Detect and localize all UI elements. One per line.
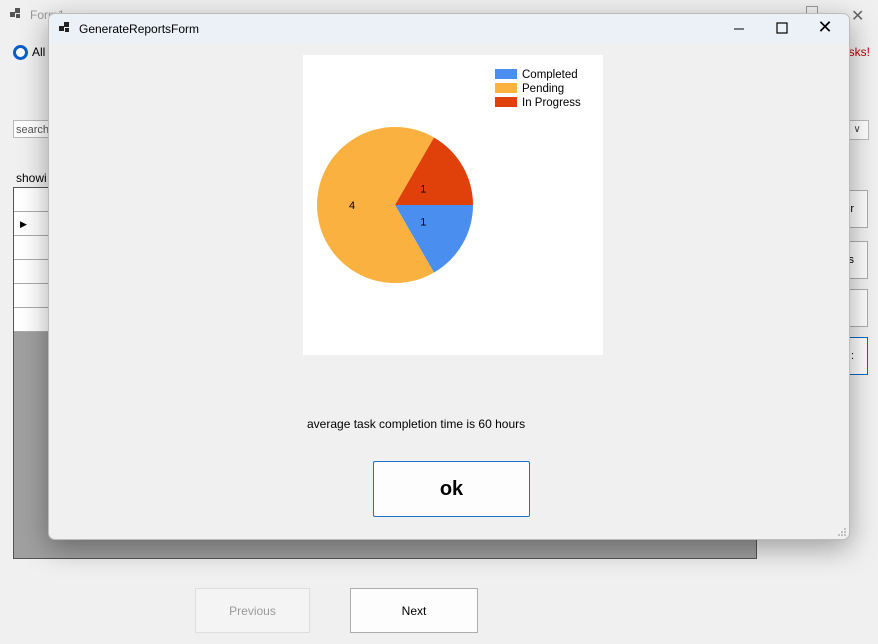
app-icon xyxy=(59,22,69,32)
dialog-titlebar: GenerateReportsForm ✕ xyxy=(49,14,849,44)
maximize-icon[interactable] xyxy=(775,21,789,35)
all-radio-button[interactable] xyxy=(13,45,28,60)
legend-label: Completed xyxy=(522,69,578,81)
search-input[interactable]: search xyxy=(13,120,53,138)
legend-swatch xyxy=(495,97,517,107)
chevron-down-icon: ∨ xyxy=(853,124,861,135)
generate-reports-dialog: GenerateReportsForm ✕ 1 4 1 Completed Pendin… xyxy=(48,13,850,540)
legend-label: Pending xyxy=(522,83,564,95)
dialog-title: GenerateReportsForm xyxy=(79,22,200,36)
ok-button[interactable]: ok xyxy=(373,461,530,517)
previous-button[interactable]: Previous xyxy=(195,588,310,633)
legend-label: In Progress xyxy=(522,97,581,109)
showing-label: showi xyxy=(16,171,47,185)
pie-data-label: 1 xyxy=(420,184,426,196)
all-radio-label: All xyxy=(32,45,46,59)
legend-swatch xyxy=(495,69,517,79)
pie-data-label: 1 xyxy=(420,216,426,228)
pie-data-label: 4 xyxy=(349,200,355,212)
minimize-icon[interactable] xyxy=(729,21,749,37)
app-icon xyxy=(10,8,20,18)
close-icon[interactable]: ✕ xyxy=(817,18,833,37)
resize-grip-icon[interactable] xyxy=(837,527,847,537)
task-status-pie-chart: 1 4 1 Completed Pending In Progress xyxy=(303,55,603,355)
form1-close-icon[interactable]: ✕ xyxy=(851,6,864,26)
row-selector-icon: ▶ xyxy=(20,219,27,229)
legend-swatch xyxy=(495,83,517,93)
next-button[interactable]: Next xyxy=(350,588,478,633)
average-completion-text: average task completion time is 60 hours xyxy=(307,417,526,431)
